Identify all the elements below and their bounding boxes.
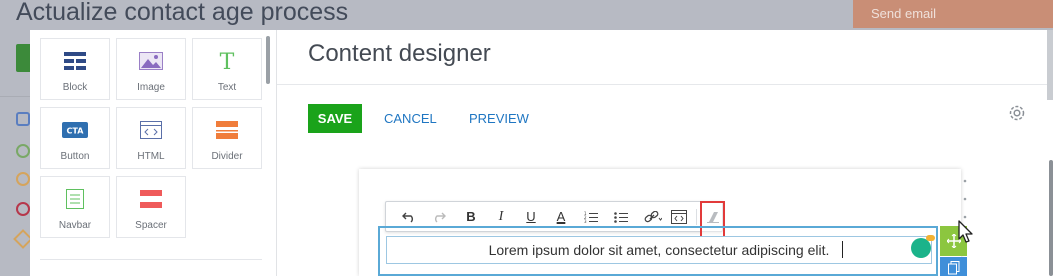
cancel-button[interactable]: CANCEL	[384, 104, 437, 133]
palette-tile-spacer[interactable]: Spacer	[116, 176, 186, 238]
palette-tile-label: Button	[60, 151, 90, 162]
palette-tile-divider[interactable]: Divider	[192, 107, 262, 169]
image-icon	[117, 49, 185, 73]
block-palette: Block Image T Text CTA Button HTML Divid…	[30, 30, 276, 276]
background-page-title: Actualize contact age process	[16, 0, 349, 26]
mouse-cursor-icon	[957, 220, 977, 246]
palette-tile-label: Image	[137, 82, 165, 93]
designer-scrollbar[interactable]	[1049, 160, 1053, 276]
designer-panel: Content designer SAVE CANCEL PREVIEW B I…	[277, 30, 1053, 276]
background-red-circle-icon	[16, 202, 30, 216]
save-button[interactable]: SAVE	[308, 104, 362, 133]
svg-text:CTA: CTA	[67, 127, 85, 136]
html-icon	[117, 118, 185, 142]
palette-tile-image[interactable]: Image	[116, 38, 186, 100]
background-circle-icon	[16, 144, 30, 158]
palette-tile-block[interactable]: Block	[40, 38, 110, 100]
palette-tile-button[interactable]: CTA Button	[40, 107, 110, 169]
page-title: Content designer	[308, 40, 491, 67]
palette-tile-label: HTML	[137, 151, 165, 162]
preview-button[interactable]: PREVIEW	[469, 104, 529, 133]
divider-icon	[193, 118, 261, 142]
background-square-icon	[16, 112, 30, 126]
palette-tile-text[interactable]: T Text	[192, 38, 262, 100]
text-caret	[842, 241, 843, 258]
palette-tile-label: Spacer	[135, 220, 167, 231]
content-designer-modal: Block Image T Text CTA Button HTML Divid…	[30, 30, 1053, 276]
navbar-icon	[41, 187, 109, 211]
spacer-icon	[117, 187, 185, 211]
gear-icon[interactable]	[1007, 103, 1027, 123]
palette-tile-label: Navbar	[58, 220, 92, 231]
block-icon	[41, 49, 109, 73]
notification-dot	[926, 235, 935, 241]
palette-tile-label: Text	[217, 82, 237, 93]
header-scrollbar[interactable]	[1047, 30, 1053, 100]
cta-button-icon: CTA	[41, 118, 109, 142]
svg-text:T: T	[220, 50, 235, 72]
palette-tile-navbar[interactable]: Navbar	[40, 176, 110, 238]
editor-text: Lorem ipsum dolor sit amet, consectetur …	[488, 242, 830, 258]
palette-scrollbar[interactable]	[266, 36, 270, 84]
toolbar-separator	[696, 209, 697, 225]
background-green-button	[16, 44, 30, 72]
background-ring-icon	[16, 172, 30, 186]
text-editor[interactable]: Lorem ipsum dolor sit amet, consectetur …	[386, 236, 932, 264]
send-email-button: Send email	[853, 0, 1053, 28]
grammar-check-icon[interactable]	[911, 238, 931, 258]
svg-text:3: 3	[584, 219, 587, 223]
text-icon: T	[193, 49, 261, 73]
palette-separator	[40, 259, 262, 260]
palette-tile-label: Divider	[211, 151, 243, 162]
background-divider	[0, 96, 30, 97]
copy-icon[interactable]	[940, 257, 967, 276]
palette-tile-label: Block	[62, 82, 88, 93]
header-divider	[277, 84, 1053, 85]
palette-tile-html[interactable]: HTML	[116, 107, 186, 169]
